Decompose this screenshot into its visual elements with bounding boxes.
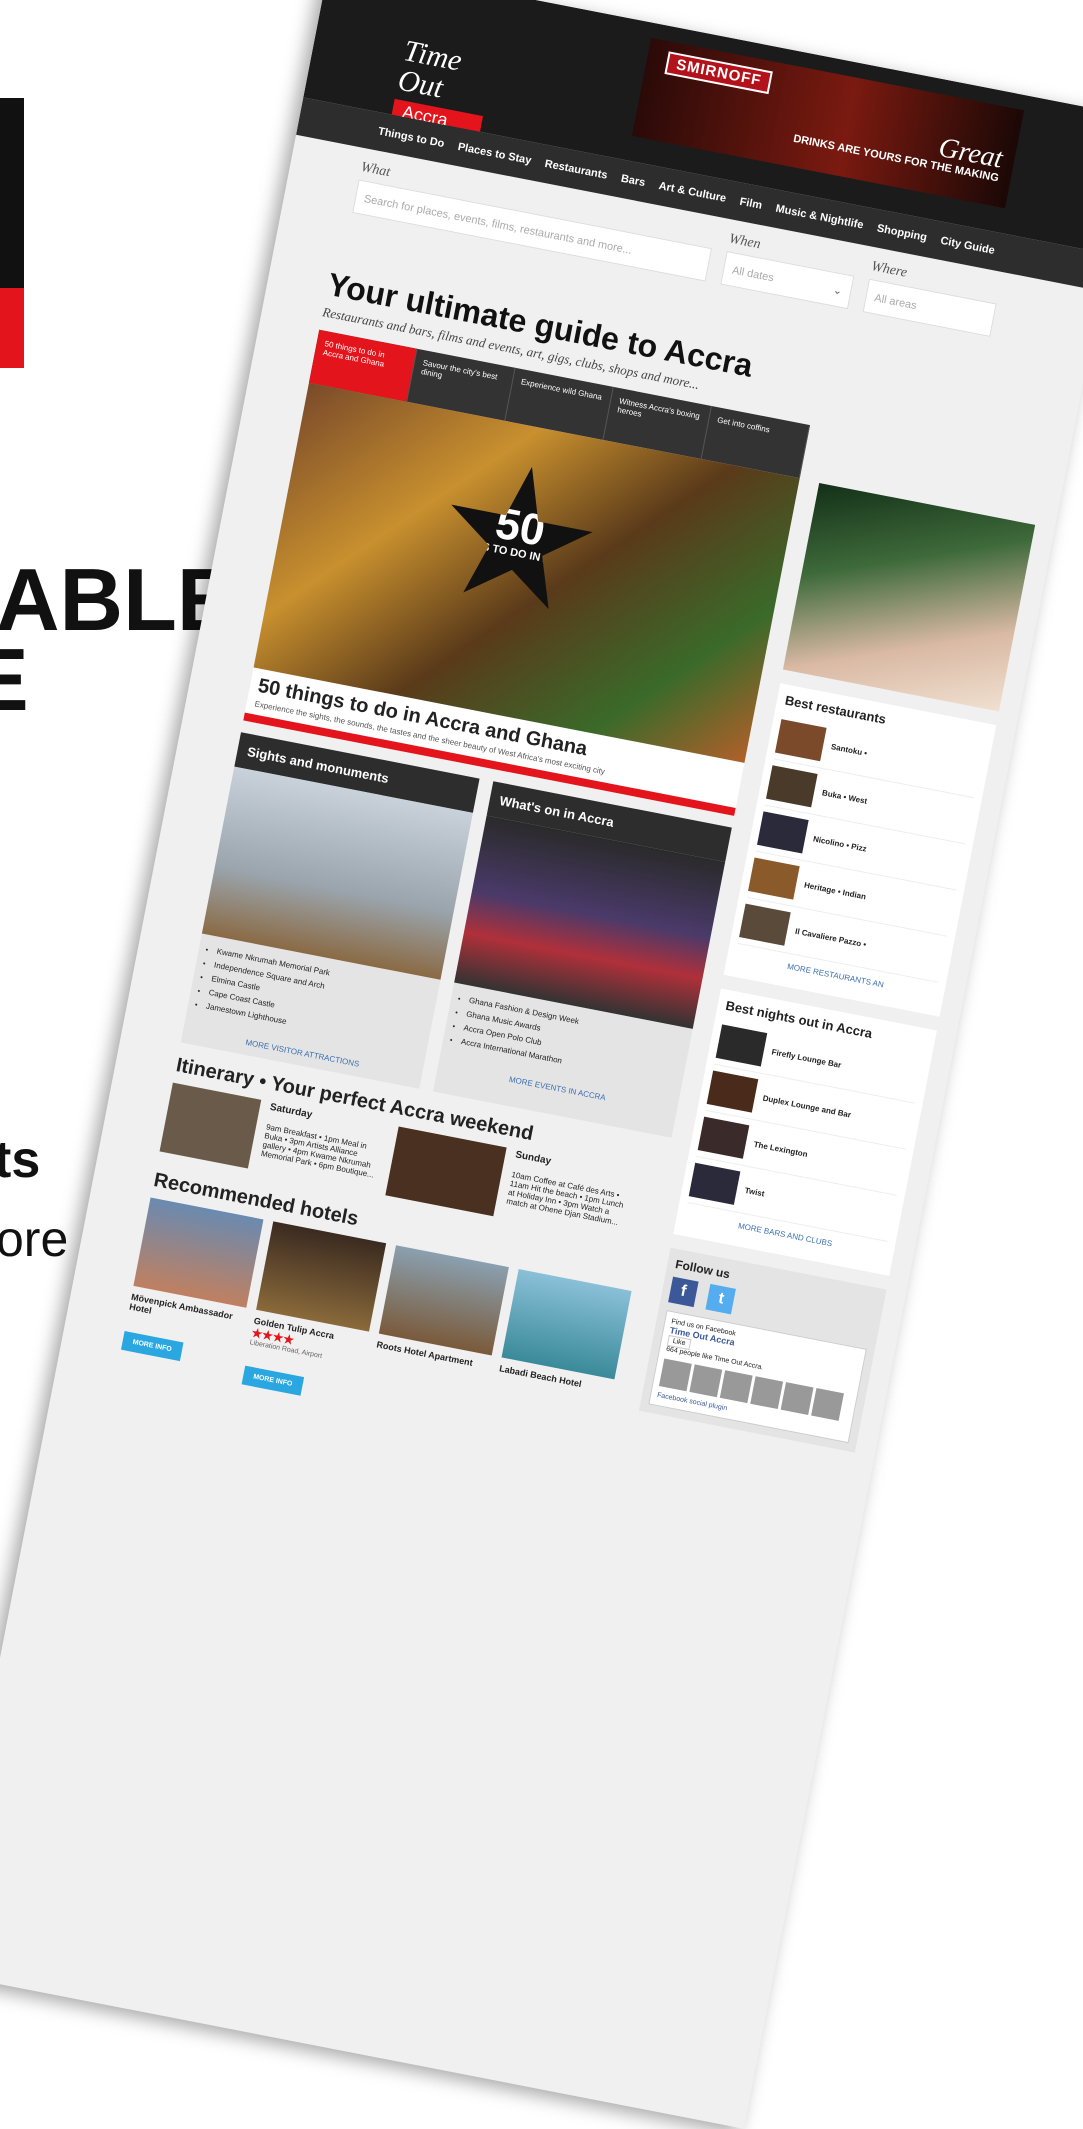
follow-us-box: Follow us f t Find us on Facebook Time O… xyxy=(638,1247,887,1453)
avatar[interactable] xyxy=(811,1388,844,1421)
thumbnail xyxy=(715,1024,768,1067)
saturday-block: Saturday 9am Breakfast • 1pm Meal in Buk… xyxy=(258,1102,389,1194)
thumbnail xyxy=(748,857,800,900)
hotel-card[interactable]: Golden Tulip Accra ★★★★ Liberation Road,… xyxy=(241,1221,387,1406)
thumbnail xyxy=(739,903,791,946)
more-info-button[interactable]: MORE INFO xyxy=(241,1365,304,1396)
ad-brand: SMIRNOFF xyxy=(664,51,774,95)
twitter-icon[interactable]: t xyxy=(705,1283,737,1315)
hotel-card[interactable]: Roots Hotel Apartment xyxy=(364,1245,509,1430)
where-select[interactable]: All areas xyxy=(862,278,997,337)
ad-tagline: Great DRINKS ARE YOURS FOR THE MAKING xyxy=(792,107,1005,185)
hotel-image[interactable] xyxy=(378,1245,509,1356)
sights-card: Sights and monuments Kwame Nkrumah Memor… xyxy=(180,732,480,1089)
venue-name[interactable]: Twist xyxy=(744,1185,765,1198)
best-nights-box: Best nights out in Accra Firefly Lounge … xyxy=(673,988,937,1276)
restaurant-name[interactable]: Buka • West xyxy=(821,788,868,806)
restaurant-name[interactable]: Il Cavaliere Pazzo • xyxy=(794,926,867,949)
facebook-icon[interactable]: f xyxy=(668,1276,699,1308)
restaurant-name[interactable]: Nicolino • Pizz xyxy=(812,834,867,853)
sunday-image[interactable] xyxy=(385,1126,507,1217)
venue-name[interactable]: Firefly Lounge Bar xyxy=(771,1047,842,1069)
thumbnail xyxy=(706,1070,759,1113)
when-select[interactable]: All dates ⌄ xyxy=(720,251,855,310)
where-label: Where xyxy=(870,259,909,281)
venue-name[interactable]: The Lexington xyxy=(753,1139,808,1158)
restaurant-name[interactable]: Santoku • xyxy=(830,742,868,758)
logo-brand: Time Out xyxy=(395,34,465,105)
bullet-fragment-ts: ts xyxy=(0,1131,41,1189)
venue-name[interactable]: Duplex Lounge and Bar xyxy=(762,1093,852,1119)
bullet-fragment-ore: ore xyxy=(0,1211,69,1267)
thumbnail xyxy=(765,765,818,808)
avatar[interactable] xyxy=(750,1376,784,1410)
saturday-image[interactable] xyxy=(159,1082,262,1169)
spa-promo-image[interactable] xyxy=(782,482,1036,712)
thumbnail xyxy=(774,719,827,762)
avatar[interactable] xyxy=(780,1382,814,1415)
avatar[interactable] xyxy=(689,1364,723,1398)
thumbnail xyxy=(688,1162,741,1205)
avatar[interactable] xyxy=(719,1370,753,1404)
chevron-down-icon: ⌄ xyxy=(831,284,844,298)
best-restaurants-box: Best restaurants Santoku • Buka • West N… xyxy=(723,683,997,1017)
logo-block-black xyxy=(0,98,24,288)
thumbnail xyxy=(697,1116,750,1159)
hotel-card[interactable]: Mövenpick Ambassador Hotel MORE INFO xyxy=(119,1197,264,1383)
hotel-image[interactable] xyxy=(256,1221,387,1332)
hotel-image[interactable] xyxy=(501,1269,632,1380)
avatar[interactable] xyxy=(658,1358,692,1392)
headline-fragment-e: E xyxy=(0,636,29,724)
logo-block-red xyxy=(0,288,24,368)
facebook-widget: Find us on Facebook Time Out Accra Like … xyxy=(648,1310,867,1444)
restaurant-name[interactable]: Heritage • Indian xyxy=(803,880,866,901)
sunday-block: Sunday 10am Coffee at Café des Arts • 11… xyxy=(503,1149,634,1241)
nav-item-bars[interactable]: Bars xyxy=(617,160,648,202)
what-label: What xyxy=(359,159,392,181)
star-badge: 50 THINGS TO DO IN ACCRA xyxy=(430,453,606,629)
nav-item-film[interactable]: Film xyxy=(736,183,765,225)
more-info-button[interactable]: MORE INFO xyxy=(121,1331,184,1362)
when-value: All dates xyxy=(731,264,775,285)
nav-item-shopping[interactable]: Shopping xyxy=(873,210,930,257)
hotel-image[interactable] xyxy=(133,1197,264,1308)
whatson-card: What's on in Accra Ghana Fashion & Desig… xyxy=(433,781,732,1138)
when-label: When xyxy=(727,231,762,253)
hotel-card[interactable]: Labadi Beach Hotel xyxy=(487,1269,632,1454)
thumbnail xyxy=(757,811,809,854)
